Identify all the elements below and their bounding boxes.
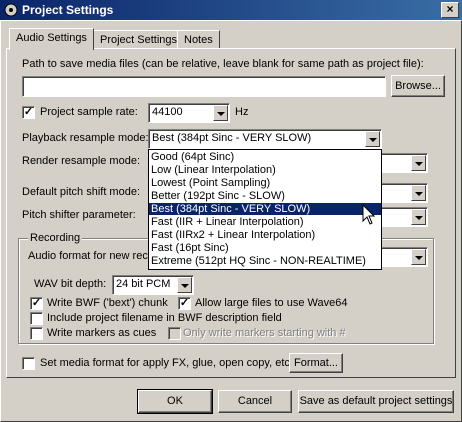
- tab-label: Audio Settings: [16, 32, 87, 44]
- playback-resample-combo[interactable]: Best (384pt Sinc - VERY SLOW): [148, 129, 382, 149]
- chevron-down-icon[interactable]: [365, 131, 380, 147]
- media-format-label: Set media format for apply FX, glue, ope…: [40, 357, 293, 369]
- write-markers-checkbox[interactable]: [30, 327, 43, 340]
- sample-rate-unit: Hz: [235, 106, 249, 118]
- allow-large-checkbox[interactable]: ✓: [178, 297, 191, 310]
- pitch-shift-mode-label: Default pitch shift mode:: [22, 186, 141, 198]
- resample-mode-dropdown-list[interactable]: Good (64pt Sinc) Low (Linear Interpolati…: [148, 149, 382, 270]
- close-button[interactable]: ×: [441, 2, 459, 18]
- chevron-down-icon[interactable]: [411, 249, 426, 265]
- chevron-down-icon[interactable]: [411, 155, 426, 171]
- dropdown-option-selected[interactable]: Best (384pt Sinc - VERY SLOW): [149, 203, 381, 215]
- dropdown-option[interactable]: Better (192pt Sinc - SLOW): [149, 190, 381, 202]
- tab-audio-settings[interactable]: Audio Settings: [9, 28, 94, 50]
- dropdown-option[interactable]: Fast (IIR + Linear Interpolation): [149, 216, 381, 228]
- sample-rate-checkbox[interactable]: ✓: [22, 106, 35, 119]
- wav-bit-depth-value: 24 bit PCM: [116, 278, 171, 290]
- dropdown-option[interactable]: Extreme (512pt HQ Sinc - NON-REALTIME): [149, 255, 381, 267]
- chevron-down-icon[interactable]: [177, 277, 192, 293]
- dropdown-option[interactable]: Good (64pt Sinc): [149, 151, 381, 163]
- write-markers-label: Write markers as cues: [47, 327, 157, 339]
- browse-button[interactable]: Browse...: [391, 75, 445, 97]
- sample-rate-combo[interactable]: 44100: [148, 103, 230, 123]
- audio-format-label: Audio format for new reco: [28, 250, 154, 262]
- mouse-cursor-icon: [362, 204, 376, 225]
- media-path-input[interactable]: [22, 76, 386, 97]
- tab-notes[interactable]: Notes: [177, 30, 220, 49]
- sample-rate-value: 44100: [152, 106, 183, 118]
- ok-button[interactable]: OK: [137, 389, 213, 414]
- tab-project-settings[interactable]: Project Settings: [93, 30, 185, 49]
- wav-bit-depth-label: WAV bit depth:: [34, 278, 107, 290]
- playback-resample-value: Best (384pt Sinc - VERY SLOW): [152, 132, 312, 144]
- dropdown-option[interactable]: Low (Linear Interpolation): [149, 164, 381, 176]
- dropdown-option[interactable]: Fast (IIRx2 + Linear Interpolation): [149, 229, 381, 241]
- playback-resample-label: Playback resample mode:: [22, 132, 149, 144]
- recording-group-label: Recording: [28, 232, 83, 244]
- app-icon: [4, 3, 18, 17]
- write-bwf-checkbox[interactable]: ✓: [30, 297, 43, 310]
- pitch-shifter-param-label: Pitch shifter parameter:: [22, 209, 136, 221]
- include-filename-label: Include project filename in BWF descript…: [47, 312, 282, 324]
- window-title: Project Settings: [22, 3, 114, 17]
- close-icon: ×: [446, 2, 454, 16]
- chevron-down-icon[interactable]: [213, 105, 228, 121]
- dropdown-option[interactable]: Fast (16pt Sinc): [149, 242, 381, 254]
- media-format-checkbox[interactable]: [22, 357, 35, 370]
- only-markers-label: Only write markers starting with #: [183, 327, 346, 339]
- chevron-down-icon[interactable]: [411, 185, 426, 201]
- sample-rate-label: Project sample rate:: [40, 106, 138, 118]
- media-path-label: Path to save media files (can be relativ…: [22, 58, 424, 70]
- wav-bit-depth-combo[interactable]: 24 bit PCM: [112, 275, 194, 295]
- render-resample-label: Render resample mode:: [22, 155, 141, 167]
- tab-label: Notes: [184, 34, 213, 46]
- write-bwf-label: Write BWF ('bext') chunk: [47, 297, 168, 309]
- allow-large-label: Allow large files to use Wave64: [195, 297, 348, 309]
- include-filename-checkbox[interactable]: [30, 312, 43, 325]
- dropdown-option[interactable]: Lowest (Point Sampling): [149, 177, 381, 189]
- chevron-down-icon[interactable]: [411, 209, 426, 225]
- title-bar: Project Settings ×: [0, 0, 462, 20]
- only-markers-checkbox: [168, 327, 181, 340]
- save-default-button[interactable]: Save as default project settings: [298, 390, 454, 413]
- format-button[interactable]: Format...: [289, 353, 343, 373]
- cancel-button[interactable]: Cancel: [218, 390, 292, 413]
- tab-label: Project Settings: [100, 34, 178, 46]
